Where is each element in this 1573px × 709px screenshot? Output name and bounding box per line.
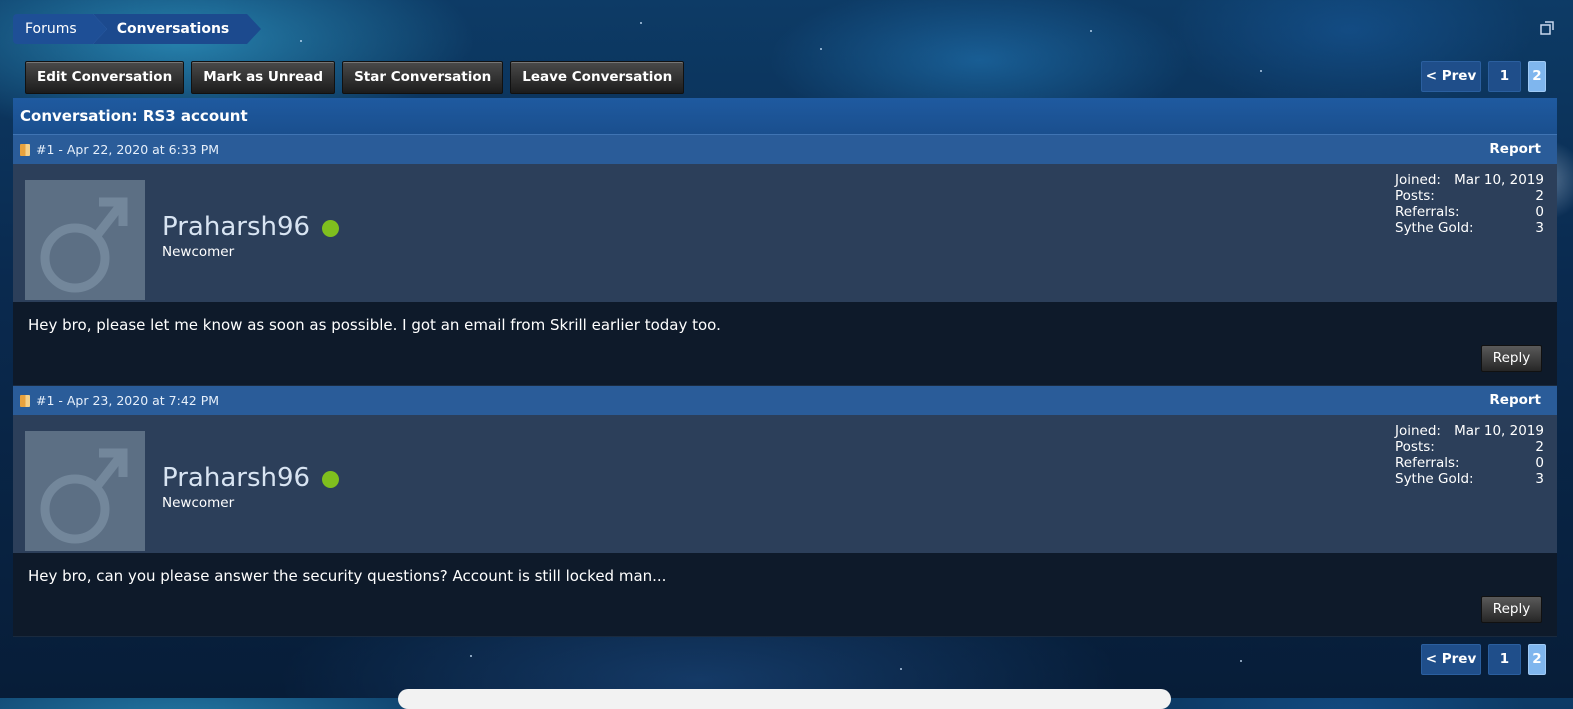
reply-button[interactable]: Reply (1481, 596, 1542, 623)
post: #1 - Apr 23, 2020 at 7:42 PM Report Prah… (13, 386, 1557, 637)
post: #1 - Apr 22, 2020 at 6:33 PM Report Prah… (13, 135, 1557, 386)
post-meta: #1 - Apr 22, 2020 at 6:33 PM (36, 142, 220, 157)
post-flag-icon (20, 395, 30, 407)
page-2-current[interactable]: 2 (1528, 644, 1546, 675)
post-message: Hey bro, please let me know as soon as p… (28, 316, 721, 334)
reply-button[interactable]: Reply (1481, 345, 1542, 372)
post-header: #1 - Apr 22, 2020 at 6:33 PM Report (13, 135, 1557, 164)
conversation-title: Conversation: RS3 account (13, 98, 1557, 135)
prev-page-button[interactable]: < Prev (1421, 644, 1481, 675)
post-user-info: Praharsh96 Newcomer Joined: Mar 10, 2019 … (13, 415, 1557, 553)
post-message: Hey bro, can you please answer the secur… (28, 567, 667, 585)
male-symbol-icon (40, 197, 128, 293)
report-link[interactable]: Report (1489, 386, 1541, 415)
avatar[interactable] (25, 180, 145, 300)
breadcrumb: Forums Conversations (13, 14, 261, 44)
posts-label: Posts: (1395, 439, 1435, 455)
posts-value: 2 (1535, 188, 1544, 204)
user-title: Newcomer (162, 244, 235, 260)
post-body: Hey bro, please let me know as soon as p… (13, 302, 1557, 386)
posts-value: 2 (1535, 439, 1544, 455)
gold-value: 3 (1535, 220, 1544, 236)
page-2-current[interactable]: 2 (1528, 61, 1546, 92)
pager-top: < Prev 1 2 (1421, 61, 1546, 92)
breadcrumb-conversations[interactable]: Conversations (92, 14, 261, 44)
star-conversation-button[interactable]: Star Conversation (342, 61, 504, 94)
post-header: #1 - Apr 23, 2020 at 7:42 PM Report (13, 386, 1557, 415)
posts-label: Posts: (1395, 188, 1435, 204)
mark-unread-button[interactable]: Mark as Unread (191, 61, 336, 94)
user-stats: Joined: Mar 10, 2019 Posts: 2 Referrals: 0 … (1395, 423, 1544, 487)
online-status-icon (322, 220, 339, 237)
referrals-label: Referrals: (1395, 455, 1460, 471)
bottom-overlay-bar (398, 689, 1171, 709)
male-symbol-icon (40, 448, 128, 544)
pager-bottom: < Prev 1 2 (1421, 644, 1546, 675)
joined-value: Mar 10, 2019 (1454, 172, 1544, 188)
prev-page-button[interactable]: < Prev (1421, 61, 1481, 92)
joined-label: Joined: (1395, 172, 1441, 188)
referrals-value: 0 (1535, 204, 1544, 220)
gold-value: 3 (1535, 471, 1544, 487)
joined-value: Mar 10, 2019 (1454, 423, 1544, 439)
post-meta: #1 - Apr 23, 2020 at 7:42 PM (36, 393, 220, 408)
gold-label: Sythe Gold: (1395, 220, 1474, 236)
username[interactable]: Praharsh96 (162, 463, 310, 493)
post-body: Hey bro, can you please answer the secur… (13, 553, 1557, 637)
gold-label: Sythe Gold: (1395, 471, 1474, 487)
avatar[interactable] (25, 431, 145, 551)
referrals-value: 0 (1535, 455, 1544, 471)
leave-conversation-button[interactable]: Leave Conversation (510, 61, 685, 94)
page-1-link[interactable]: 1 (1488, 644, 1521, 675)
conversation-actions: Edit Conversation Mark as Unread Star Co… (25, 61, 685, 94)
referrals-label: Referrals: (1395, 204, 1460, 220)
user-title: Newcomer (162, 495, 235, 511)
online-status-icon (322, 471, 339, 488)
report-link[interactable]: Report (1489, 135, 1541, 164)
popout-icon[interactable] (1540, 20, 1554, 35)
edit-conversation-button[interactable]: Edit Conversation (25, 61, 185, 94)
post-flag-icon (20, 144, 30, 156)
post-user-info: Praharsh96 Newcomer Joined: Mar 10, 2019 … (13, 164, 1557, 302)
conversation: Conversation: RS3 account #1 - Apr 22, 2… (13, 98, 1557, 637)
joined-label: Joined: (1395, 423, 1441, 439)
user-stats: Joined: Mar 10, 2019 Posts: 2 Referrals: 0 … (1395, 172, 1544, 236)
breadcrumb-forums[interactable]: Forums (13, 14, 107, 44)
username[interactable]: Praharsh96 (162, 212, 310, 242)
page-1-link[interactable]: 1 (1488, 61, 1521, 92)
